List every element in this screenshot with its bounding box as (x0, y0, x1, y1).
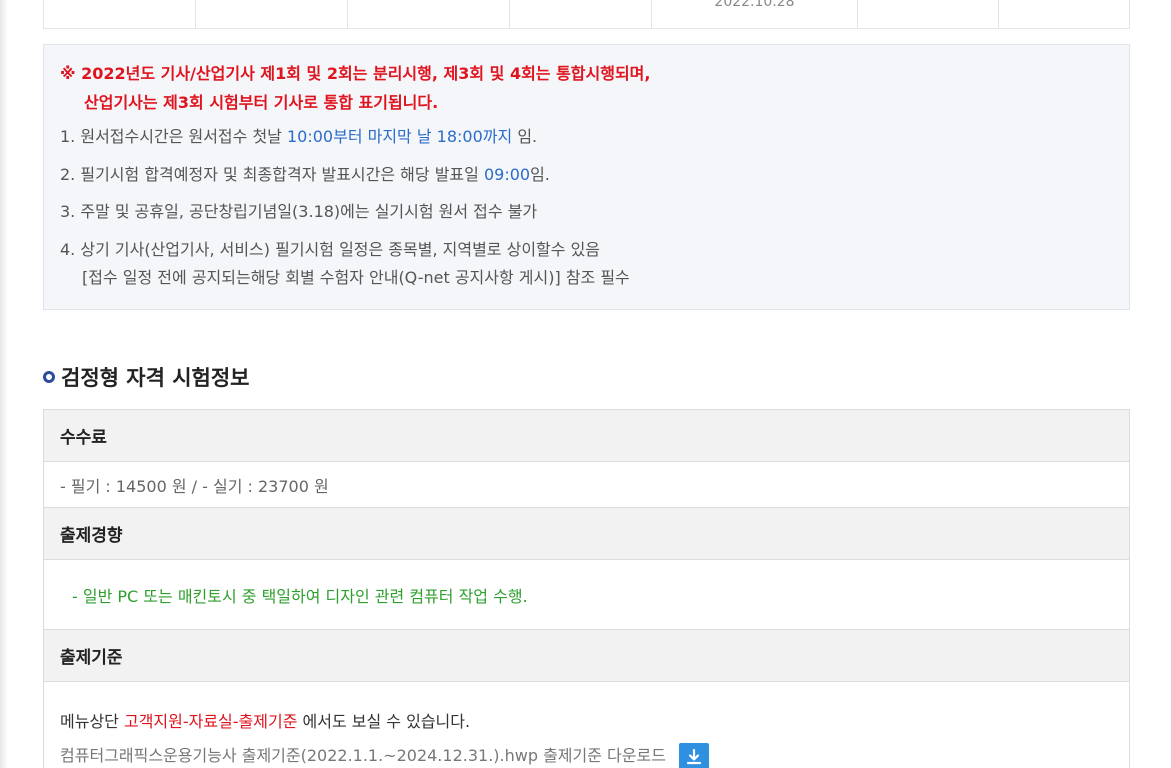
table-cell (196, 0, 348, 28)
table-cell (858, 0, 999, 28)
notice-item-highlight: 09:00 (483, 164, 531, 184)
standard-line1: 메뉴상단 고객지원-자료실-출제기준 에서도 보실 수 있습니다. (60, 710, 1129, 734)
fee-header: 수수료 (44, 410, 1129, 462)
trend-body: - 일반 PC 또는 매킨토시 중 택일하여 디자인 관련 컴퓨터 작업 수행. (44, 560, 1129, 630)
notice-item-subtext: [접수 일정 전에 공지되는해당 회별 수험자 안내(Q-net 공지사항 게시… (82, 267, 630, 287)
notice-item-text: 임. (530, 164, 550, 184)
notice-item-1: 1. 원서접수시간은 원서접수 첫날 10:00부터 마지막 날 18:00까지… (60, 123, 630, 161)
table-cell-date: 2022.10.28 (714, 0, 795, 10)
standard-header: 출제기준 (44, 630, 1129, 682)
table-cell (510, 0, 652, 28)
table-cell (44, 0, 196, 28)
notice-warning-line1: ※ 2022년도 기사/산업기사 제1회 및 2회는 분리시행, 제3회 및 4… (60, 64, 651, 83)
standard-text: 메뉴상단 (60, 712, 124, 731)
section-heading: 검정형 자격 시험정보 (43, 362, 250, 392)
notice-item-text: 임. (512, 127, 538, 146)
notice-warning: ※ 2022년도 기사/산업기사 제1회 및 2회는 분리시행, 제3회 및 4… (60, 59, 650, 117)
circle-bullet-icon (43, 371, 55, 383)
notice-item-text: 4. 상기 기사(산업기사, 서비스) 필기시험 일정은 종목별, 지역별로 상… (60, 239, 601, 259)
section-title: 검정형 자격 시험정보 (61, 366, 250, 390)
standard-file-link[interactable]: 컴퓨터그래픽스운용기능사 출제기준(2022.1.1.~2024.12.31.)… (60, 746, 666, 765)
standard-file-row: 컴퓨터그래픽스운용기능사 출제기준(2022.1.1.~2024.12.31.)… (60, 742, 1129, 768)
notice-item-text: 2. 필기시험 합격예정자 및 최종합격자 발표시간은 해당 발표일 (60, 164, 484, 184)
trend-header: 출제경향 (44, 508, 1129, 560)
exam-info-table: 수수료 - 필기 : 14500 원 / - 실기 : 23700 원 출제경향… (43, 409, 1130, 768)
standard-menu-link[interactable]: 고객지원-자료실-출제기준 (124, 712, 297, 731)
notice-item-4: 4. 상기 기사(산업기사, 서비스) 필기시험 일정은 종목별, 지역별로 상… (60, 236, 630, 287)
download-icon[interactable] (679, 742, 710, 768)
notice-item-highlight: 10:00부터 마지막 날 18:00까지 (286, 127, 513, 146)
notice-box: ※ 2022년도 기사/산업기사 제1회 및 2회는 분리시행, 제3회 및 4… (43, 44, 1130, 310)
standard-body: 메뉴상단 고객지원-자료실-출제기준 에서도 보실 수 있습니다. 컴퓨터그래픽… (44, 682, 1129, 768)
fee-body: - 필기 : 14500 원 / - 실기 : 23700 원 (44, 462, 1129, 508)
notice-item-3: 3. 주말 및 공휴일, 공단창립기념일(3.18)에는 실기시험 원서 접수 … (60, 202, 538, 221)
notice-item-text: 1. 원서접수시간은 원서접수 첫날 (60, 127, 287, 146)
schedule-table-bottom-row: 2022.10.28 (43, 0, 1130, 29)
notice-item-2: 2. 필기시험 합격예정자 및 최종합격자 발표시간은 해당 발표일 09:00… (60, 161, 630, 199)
table-cell (348, 0, 510, 28)
table-cell: 2022.10.28 (652, 0, 858, 28)
standard-text: 에서도 보실 수 있습니다. (297, 712, 471, 731)
page-left-shadow (0, 0, 8, 768)
notice-warning-line2: 산업기사는 제3회 시험부터 기사로 통합 표기됩니다. (84, 93, 439, 112)
table-cell (999, 0, 1129, 28)
notice-list: 1. 원서접수시간은 원서접수 첫날 10:00부터 마지막 날 18:00까지… (60, 123, 630, 287)
